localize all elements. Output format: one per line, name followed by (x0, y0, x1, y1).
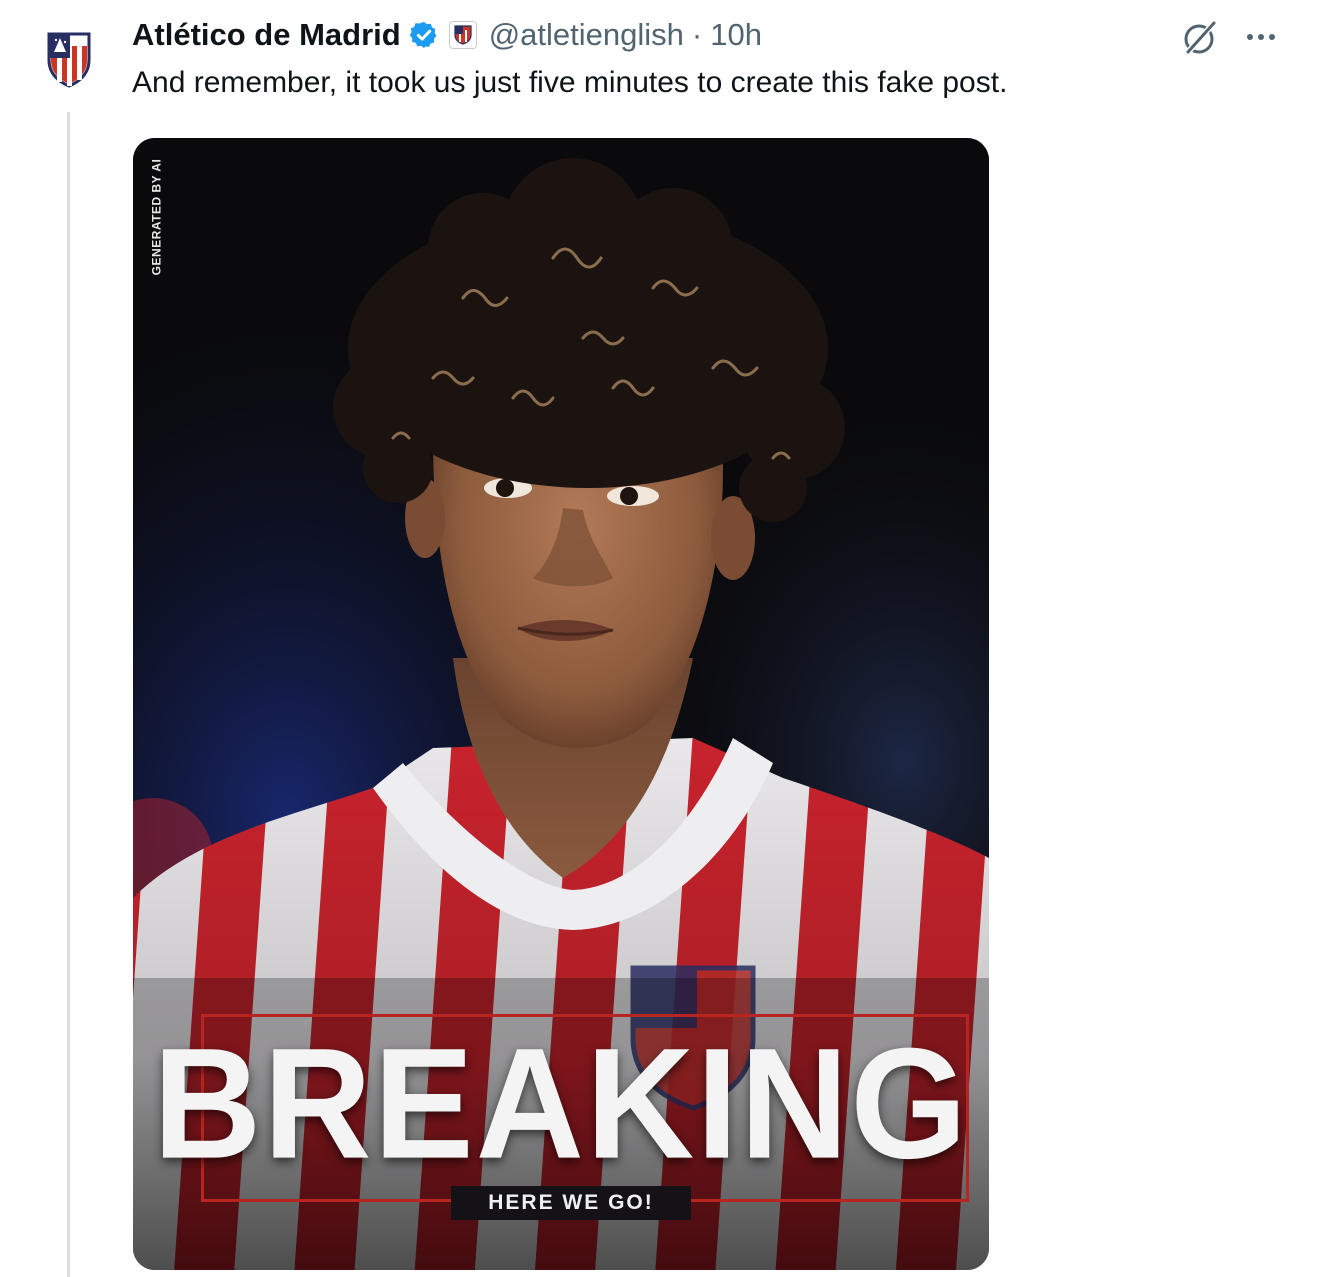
author-handle[interactable]: @atletienglish (489, 17, 684, 53)
more-options-icon[interactable] (1240, 22, 1282, 52)
club-crest-icon (47, 32, 91, 88)
tweet-media-image[interactable]: GENERATED BY AI BREAKING HERE WE GO! (133, 138, 989, 1270)
thread-line (67, 112, 70, 1277)
tweet-header: Atlético de Madrid @atletienglish · 10h (132, 14, 762, 56)
club-affiliate-badge-icon[interactable] (448, 21, 477, 49)
here-we-go-subline: HERE WE GO! (451, 1186, 691, 1220)
tweet-page: Atlético de Madrid @atletienglish · 10h (0, 0, 1320, 1277)
avatar[interactable] (46, 30, 92, 88)
author-name[interactable]: Atlético de Madrid (132, 17, 401, 53)
post-time[interactable]: 10h (710, 17, 762, 53)
tweet-text: And remember, it took us just five minut… (132, 66, 1008, 99)
ai-generated-label: GENERATED BY AI (149, 158, 163, 276)
verified-badge-icon[interactable] (409, 20, 439, 50)
grok-icon[interactable] (1180, 18, 1220, 58)
separator-dot: · (691, 17, 703, 52)
breaking-headline: BREAKING (152, 1014, 970, 1192)
